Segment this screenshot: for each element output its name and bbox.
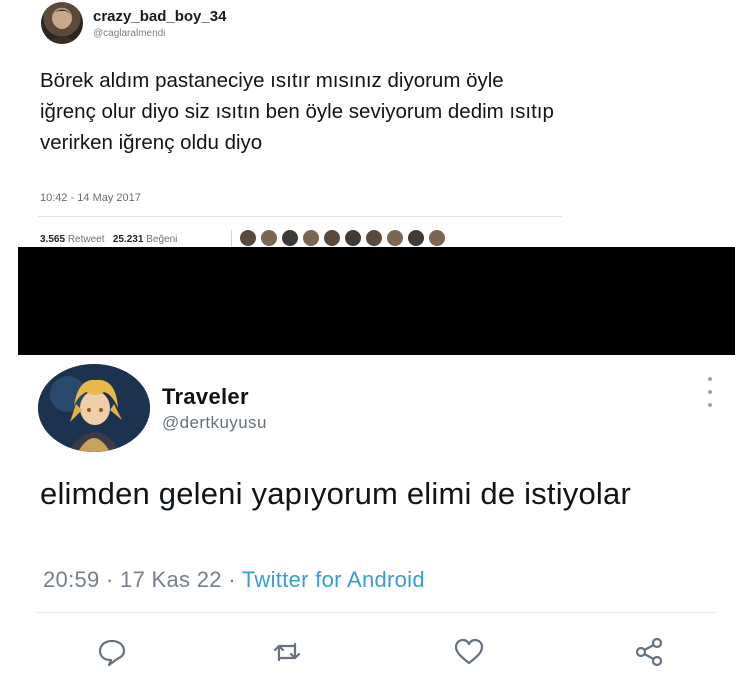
meta-separator: · xyxy=(105,567,114,592)
top-tweet-avatar[interactable] xyxy=(41,2,83,44)
liker-avatars[interactable] xyxy=(240,230,445,248)
tweet-date[interactable]: 17 Kas 22 xyxy=(120,567,222,592)
like-icon[interactable] xyxy=(452,635,486,669)
more-options-dot xyxy=(708,403,712,407)
liker-avatar[interactable] xyxy=(366,230,382,246)
liker-avatar[interactable] xyxy=(324,230,340,246)
liker-avatar[interactable] xyxy=(429,230,445,246)
liker-avatar[interactable] xyxy=(345,230,361,246)
more-options-dot xyxy=(708,377,712,381)
censor-bar xyxy=(18,247,735,355)
top-tweet-stats: 3.565 Retweet 25.231 Beğeni xyxy=(40,234,177,245)
more-options-icon[interactable] xyxy=(700,377,720,407)
bottom-tweet-text: elimden geleni yapıyorum elimi de istiyo… xyxy=(40,476,631,511)
bottom-tweet-meta: 20:59 · 17 Kas 22 · Twitter for Android xyxy=(43,567,425,593)
liker-avatar[interactable] xyxy=(408,230,424,246)
bottom-tweet: Traveler @dertkuyusu elimden geleni yapı… xyxy=(0,355,735,672)
liker-avatar[interactable] xyxy=(282,230,298,246)
more-options-dot xyxy=(708,390,712,394)
top-tweet: crazy_bad_boy_34 @caglaralmendi Börek al… xyxy=(0,0,600,248)
retweet-count[interactable]: 3.565 xyxy=(40,234,65,245)
stats-separator xyxy=(231,230,232,248)
retweet-label[interactable]: Retweet xyxy=(68,234,105,245)
top-tweet-timestamp[interactable]: 10:42 - 14 May 2017 xyxy=(40,192,141,204)
share-icon[interactable] xyxy=(632,635,666,669)
bottom-tweet-avatar[interactable] xyxy=(38,364,150,452)
meta-separator: · xyxy=(228,567,236,592)
tweet-action-bar xyxy=(0,635,735,669)
tweet-source-link[interactable]: Twitter for Android xyxy=(242,567,425,592)
liker-avatar[interactable] xyxy=(261,230,277,246)
top-tweet-divider xyxy=(38,216,562,217)
top-tweet-display-name[interactable]: crazy_bad_boy_34 xyxy=(93,8,226,25)
like-count[interactable]: 25.231 xyxy=(113,234,144,245)
reply-icon[interactable] xyxy=(95,635,129,669)
liker-avatar[interactable] xyxy=(387,230,403,246)
bottom-tweet-display-name[interactable]: Traveler xyxy=(162,384,249,410)
liker-avatar[interactable] xyxy=(303,230,319,246)
bottom-tweet-handle[interactable]: @dertkuyusu xyxy=(162,413,267,433)
top-tweet-handle[interactable]: @caglaralmendi xyxy=(93,28,165,39)
bottom-tweet-divider xyxy=(36,612,716,613)
liker-avatar[interactable] xyxy=(240,230,256,246)
like-label[interactable]: Beğeni xyxy=(146,234,177,245)
top-tweet-text: Börek aldım pastaneciye ısıtır mısınız d… xyxy=(40,69,554,154)
retweet-icon[interactable] xyxy=(270,635,304,669)
tweet-time[interactable]: 20:59 xyxy=(43,567,100,592)
